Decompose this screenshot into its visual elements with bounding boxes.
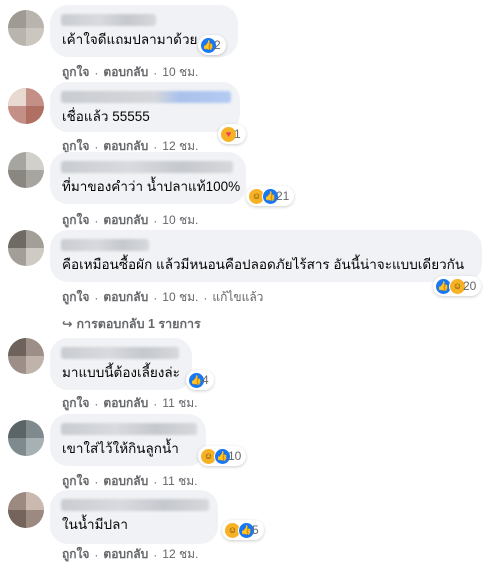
separator: ·	[153, 474, 158, 489]
separator: ·	[203, 290, 208, 305]
separator: ·	[153, 396, 158, 411]
comment-bubble: มาแบบนี้ต้องเลี้ยงล่ะ	[50, 338, 192, 390]
comment-bubble: ในน้ำมีปลา	[50, 490, 218, 544]
comment-text: เค้าใจดีแถมปลามาด้วย	[62, 32, 198, 47]
separator: ·	[153, 547, 158, 562]
like-link[interactable]: ถูกใจ	[62, 211, 89, 230]
comment-text: ในน้ำมีปลา	[62, 517, 128, 532]
replies-count: การตอบกลับ 1 รายการ	[76, 317, 201, 331]
reaction-summary[interactable]: 👍 2	[198, 35, 226, 55]
reaction-count: 10	[228, 449, 242, 463]
avatar[interactable]	[8, 420, 44, 456]
comment-text: ที่มาของคำว่า น้ำปลาแท้100%	[62, 179, 241, 194]
comment-bubble: เขาใส่ไว้ให้กินลูกน้ำ	[50, 414, 206, 466]
reaction-summary[interactable]: ☺ 👍 5	[222, 520, 264, 540]
avatar[interactable]	[8, 230, 44, 266]
author-name-blurred[interactable]	[61, 499, 209, 511]
comment-actions: ถูกใจ · ตอบกลับ · 10 ชม.	[62, 211, 198, 230]
separator: ·	[94, 213, 99, 228]
timestamp[interactable]: 11 ชม.	[162, 394, 197, 413]
reply-link[interactable]: ตอบกลับ	[103, 472, 148, 491]
author-name-blurred[interactable]	[61, 161, 233, 173]
author-name-blurred[interactable]	[61, 239, 149, 251]
comment-actions: ถูกใจ · ตอบกลับ · 11 ชม.	[62, 394, 197, 413]
like-link[interactable]: ถูกใจ	[62, 63, 89, 82]
author-name-blurred[interactable]	[61, 423, 197, 435]
reaction-count: 21	[276, 189, 290, 203]
separator: ·	[153, 290, 158, 305]
separator: ·	[94, 65, 99, 80]
like-link[interactable]: ถูกใจ	[62, 288, 89, 307]
comment-text: เขาใส่ไว้ให้กินลูกน้ำ	[62, 441, 179, 456]
reaction-count: 1	[234, 127, 241, 141]
reply-link[interactable]: ตอบกลับ	[103, 63, 148, 82]
comment-actions: ถูกใจ · ตอบกลับ · 10 ชม.	[62, 63, 198, 82]
timestamp[interactable]: 10 ชม.	[162, 288, 198, 307]
reply-link[interactable]: ตอบกลับ	[103, 545, 148, 564]
reaction-count: 4	[202, 373, 209, 387]
comment-text: มาแบบนี้ต้องเลี้ยงล่ะ	[62, 365, 180, 380]
reply-arrow-icon: ↪	[62, 317, 73, 331]
reaction-summary[interactable]: ♥ 1	[218, 124, 246, 144]
like-link[interactable]: ถูกใจ	[62, 545, 89, 564]
author-name-blurred[interactable]	[61, 14, 156, 26]
comment-text: คือเหมือนซื้อผัก แล้วมีหนอนคือปลอดภัยไร้…	[62, 257, 465, 272]
author-name-blurred[interactable]	[61, 91, 231, 103]
timestamp[interactable]: 10 ชม.	[162, 63, 198, 82]
avatar[interactable]	[8, 338, 44, 374]
avatar[interactable]	[8, 88, 44, 124]
comment-text: เชื่อแล้ว 55555	[62, 109, 150, 124]
comment-bubble: ที่มาของคำว่า น้ำปลาแท้100%	[50, 152, 246, 204]
like-link[interactable]: ถูกใจ	[62, 472, 89, 491]
like-link[interactable]: ถูกใจ	[62, 394, 89, 413]
reaction-count: 2	[214, 38, 221, 52]
comment-actions: ถูกใจ · ตอบกลับ · 12 ชม.	[62, 545, 198, 564]
comment-bubble: คือเหมือนซื้อผัก แล้วมีหนอนคือปลอดภัยไร้…	[50, 230, 482, 282]
separator: ·	[153, 65, 158, 80]
separator: ·	[94, 396, 99, 411]
author-name-blurred[interactable]	[61, 347, 179, 359]
reaction-summary[interactable]: ☺ 👍 21	[246, 186, 295, 206]
reaction-summary[interactable]: 👍 4	[186, 370, 214, 390]
avatar[interactable]	[8, 10, 44, 46]
reply-link[interactable]: ตอบกลับ	[103, 211, 148, 230]
separator: ·	[153, 213, 158, 228]
avatar[interactable]	[8, 152, 44, 188]
view-replies-link[interactable]: ↪ การตอบกลับ 1 รายการ	[62, 314, 201, 334]
reaction-summary[interactable]: ☺ 👍 10	[198, 446, 247, 466]
comment-actions: ถูกใจ · ตอบกลับ · 11 ชม.	[62, 472, 197, 491]
separator: ·	[94, 290, 99, 305]
reply-link[interactable]: ตอบกลับ	[103, 394, 148, 413]
avatar[interactable]	[8, 492, 44, 528]
reply-link[interactable]: ตอบกลับ	[103, 288, 148, 307]
comment-bubble: เชื่อแล้ว 55555	[50, 82, 240, 132]
edited-label[interactable]: แก้ไขแล้ว	[212, 288, 263, 307]
separator: ·	[94, 474, 99, 489]
separator: ·	[94, 547, 99, 562]
timestamp[interactable]: 12 ชม.	[162, 545, 198, 564]
timestamp[interactable]: 11 ชม.	[162, 472, 197, 491]
timestamp[interactable]: 10 ชม.	[162, 211, 198, 230]
reaction-count: 5	[252, 523, 259, 537]
reaction-summary[interactable]: 👍 ☺ 20	[433, 276, 482, 296]
comment-actions: ถูกใจ · ตอบกลับ · 10 ชม. · แก้ไขแล้ว	[62, 288, 263, 307]
reaction-count: 20	[463, 279, 477, 293]
